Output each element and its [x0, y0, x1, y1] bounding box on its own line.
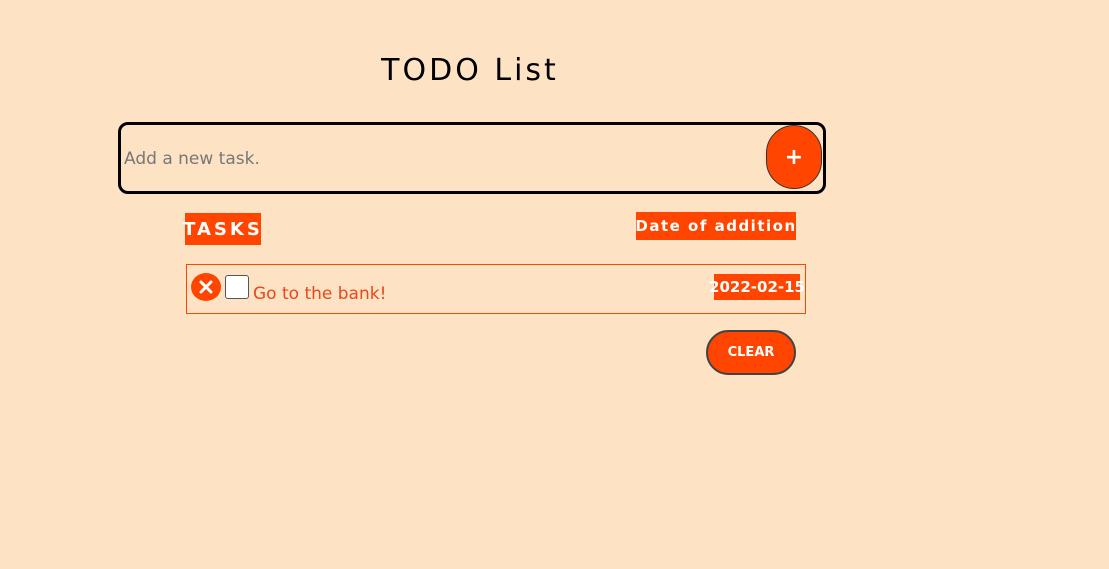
task-date: 2022-02-15 — [709, 274, 805, 300]
tasks-header: TASKS — [183, 213, 261, 245]
task-checkbox[interactable] — [225, 275, 249, 299]
clear-button[interactable]: CLEAR — [706, 330, 796, 375]
new-task-form: + — [118, 122, 826, 194]
task-row: Go to the bank! 2022-02-15 — [186, 264, 806, 314]
close-icon — [199, 280, 213, 294]
delete-task-button[interactable] — [191, 273, 221, 301]
date-header: Date of addition — [635, 212, 796, 240]
task-text: Go to the bank! — [253, 284, 387, 304]
add-task-button[interactable]: + — [766, 125, 822, 189]
page-title: TODO List — [381, 53, 559, 88]
new-task-input[interactable] — [124, 139, 754, 179]
